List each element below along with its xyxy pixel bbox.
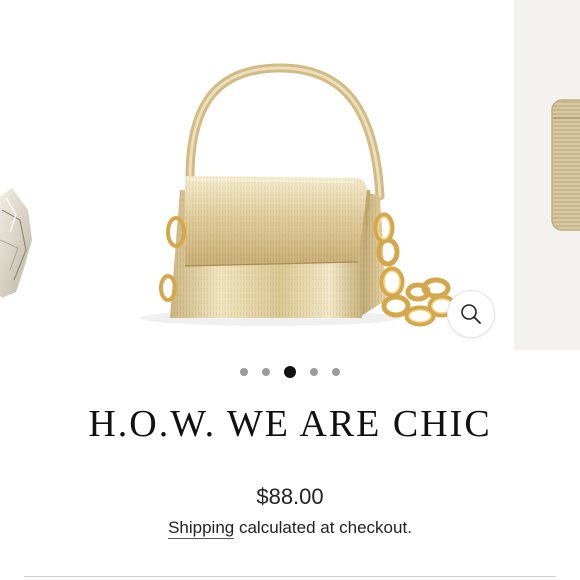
gallery-dot-2[interactable] xyxy=(262,368,270,376)
product-price: $88.00 xyxy=(256,484,324,509)
shipping-note-text: calculated at checkout. xyxy=(234,518,412,537)
previous-product-image xyxy=(0,188,32,298)
gallery-slide-active[interactable] xyxy=(40,0,512,350)
gallery-pagination xyxy=(0,366,580,378)
gallery-dot-3-active[interactable] xyxy=(284,366,296,378)
product-image-gallery[interactable] xyxy=(0,0,580,350)
gallery-dot-4[interactable] xyxy=(310,368,318,376)
shipping-note: Shipping calculated at checkout. xyxy=(0,518,580,539)
gallery-dot-5[interactable] xyxy=(332,368,340,376)
gallery-slide-previous[interactable] xyxy=(0,0,40,350)
zoom-button[interactable] xyxy=(447,290,495,338)
product-image xyxy=(140,63,457,327)
gallery-dot-1[interactable] xyxy=(240,368,248,376)
next-product-image xyxy=(551,99,580,231)
gallery-slide-next[interactable] xyxy=(514,0,580,350)
shipping-link[interactable]: Shipping xyxy=(168,518,235,539)
section-divider xyxy=(24,576,556,577)
magnifier-icon xyxy=(461,304,481,324)
product-title: H.O.W. WE ARE CHIC xyxy=(88,403,492,445)
